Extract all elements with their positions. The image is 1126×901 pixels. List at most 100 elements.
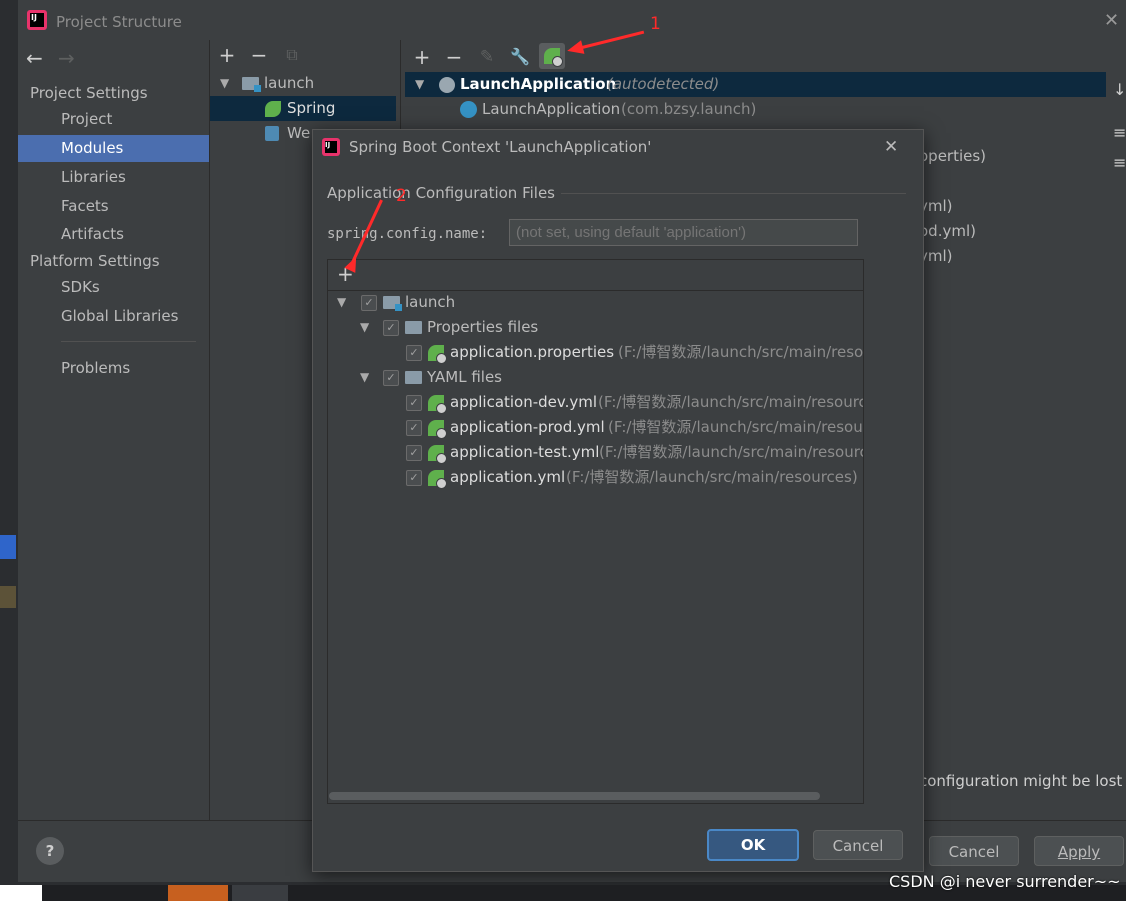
folder-icon bbox=[405, 321, 422, 334]
context-row-class[interactable]: LaunchApplication (com.bzsy.launch) bbox=[405, 97, 1005, 122]
tree-label: Properties files bbox=[427, 318, 539, 336]
ok-button[interactable]: OK bbox=[707, 829, 799, 861]
file-name: application.yml bbox=[450, 468, 566, 486]
file-path: (F:/博智数源/launch/src/main/resources) bbox=[566, 468, 858, 486]
spring-boot-file-icon bbox=[428, 395, 447, 414]
tree-row-file[interactable]: ✓ application-test.yml (F:/博智数源/launch/s… bbox=[328, 440, 863, 465]
sidebar-item-project[interactable]: Project bbox=[18, 106, 209, 133]
config-name-field[interactable] bbox=[509, 219, 858, 246]
chevron-down-icon[interactable]: ▼ bbox=[220, 71, 229, 96]
group-checkbox[interactable]: ✓ bbox=[383, 320, 399, 336]
collapse-all-icon[interactable]: ≡ bbox=[1113, 153, 1126, 172]
sidebar-item-libraries[interactable]: Libraries bbox=[18, 164, 209, 191]
sidebar-item-facets[interactable]: Facets bbox=[18, 193, 209, 220]
spring-boot-file-icon bbox=[428, 470, 447, 489]
file-checkbox[interactable]: ✓ bbox=[406, 420, 422, 436]
file-name: application-prod.yml bbox=[450, 418, 605, 436]
edit-context-button[interactable]: ✎ bbox=[475, 45, 499, 69]
forward-arrow-icon[interactable]: → bbox=[58, 46, 75, 70]
tree-label: Web bbox=[287, 124, 310, 142]
intellij-logo-icon: IJ bbox=[27, 10, 47, 30]
files-toolbar: + bbox=[328, 260, 863, 291]
remove-context-button[interactable]: − bbox=[442, 45, 466, 69]
module-folder-icon bbox=[383, 296, 402, 311]
dialog-title: Spring Boot Context 'LaunchApplication' bbox=[349, 138, 652, 156]
file-checkbox[interactable]: ✓ bbox=[406, 395, 422, 411]
file-checkbox[interactable]: ✓ bbox=[406, 470, 422, 486]
partial-row: operties) bbox=[919, 147, 987, 165]
sidebar-item-problems[interactable]: Problems bbox=[18, 355, 209, 382]
chevron-down-icon[interactable]: ▼ bbox=[415, 72, 424, 97]
file-name: application-dev.yml bbox=[450, 393, 598, 411]
tree-row-file[interactable]: ✓ application-prod.yml (F:/博智数源/launch/s… bbox=[328, 415, 863, 440]
copy-module-button[interactable]: ⧉ bbox=[280, 43, 304, 67]
class-name: LaunchApplication bbox=[482, 100, 621, 118]
warning-text: configuration might be lost bbox=[919, 772, 1123, 790]
background-fragment bbox=[0, 535, 16, 559]
tree-row-file[interactable]: ✓ application.properties (F:/博智数源/launch… bbox=[328, 340, 863, 365]
spring-boot-context-button[interactable] bbox=[539, 43, 565, 69]
chevron-down-icon[interactable]: ▼ bbox=[337, 290, 346, 315]
tree-row-web[interactable]: Web bbox=[210, 121, 310, 146]
spring-leaf-icon bbox=[265, 101, 281, 117]
background-fragment bbox=[0, 586, 16, 608]
spring-boot-file-icon bbox=[428, 445, 447, 464]
class-package: (com.bzsy.launch) bbox=[621, 100, 757, 118]
spring-boot-icon bbox=[544, 48, 563, 67]
tree-row-launch[interactable]: ▼ ✓ launch bbox=[328, 290, 863, 315]
horizontal-scrollbar[interactable] bbox=[329, 792, 820, 800]
tree-row-spring[interactable]: Spring bbox=[210, 96, 396, 121]
window-title: Project Structure bbox=[56, 13, 182, 31]
file-path: (F:/博智数源/launch/src/main/resour bbox=[608, 418, 863, 436]
file-path: (F:/博智数源/launch/src/main/resou bbox=[618, 343, 863, 361]
apply-button[interactable]: Apply bbox=[1034, 836, 1124, 866]
annotation-label-2: 2 bbox=[396, 186, 407, 206]
group-checkbox[interactable]: ✓ bbox=[383, 370, 399, 386]
config-files-tree: + ▼ ✓ launch ▼ ✓ Properties files ✓ appl… bbox=[327, 259, 864, 804]
tree-row-launch[interactable]: ▼ launch bbox=[210, 71, 400, 96]
close-dialog-icon[interactable]: ✕ bbox=[884, 137, 898, 157]
taskbar-item[interactable] bbox=[232, 885, 288, 901]
folder-icon bbox=[405, 371, 422, 384]
taskbar-item[interactable] bbox=[168, 885, 228, 901]
file-checkbox[interactable]: ✓ bbox=[406, 445, 422, 461]
tree-label: Spring bbox=[287, 99, 336, 117]
tree-row-file[interactable]: ✓ application-dev.yml (F:/博智数源/launch/sr… bbox=[328, 390, 863, 415]
sidebar-item-global-libraries[interactable]: Global Libraries bbox=[18, 303, 209, 330]
dialog-cancel-button[interactable]: Cancel bbox=[813, 830, 903, 860]
section-divider bbox=[561, 193, 906, 194]
tree-row-file[interactable]: ✓ application.yml (F:/博智数源/launch/src/ma… bbox=[328, 465, 863, 490]
close-window-icon[interactable]: ✕ bbox=[1104, 10, 1119, 31]
add-module-button[interactable]: + bbox=[215, 43, 239, 67]
tree-row-yaml-group[interactable]: ▼ ✓ YAML files bbox=[328, 365, 863, 390]
file-checkbox[interactable]: ✓ bbox=[406, 345, 422, 361]
back-arrow-icon[interactable]: ← bbox=[26, 46, 43, 70]
annotation-label-1: 1 bbox=[650, 14, 661, 34]
file-name: application.properties bbox=[450, 343, 615, 361]
gear-context-icon bbox=[439, 77, 455, 93]
tree-row-properties-group[interactable]: ▼ ✓ Properties files bbox=[328, 315, 863, 340]
config-name-label: spring.config.name: bbox=[327, 226, 488, 242]
context-note: (autodetected) bbox=[607, 75, 720, 93]
expand-all-icon[interactable]: ≡ bbox=[1113, 123, 1126, 142]
sidebar-item-modules[interactable]: Modules bbox=[18, 135, 209, 162]
sidebar-section-project-settings: Project Settings bbox=[30, 84, 148, 102]
sidebar-item-artifacts[interactable]: Artifacts bbox=[18, 221, 209, 248]
partial-row: yml) bbox=[919, 197, 953, 215]
taskbar-item[interactable] bbox=[0, 885, 42, 901]
remove-module-button[interactable]: − bbox=[247, 43, 271, 67]
chevron-down-icon[interactable]: ▼ bbox=[360, 365, 369, 390]
help-button[interactable]: ? bbox=[36, 837, 64, 865]
cancel-button[interactable]: Cancel bbox=[929, 836, 1019, 866]
spring-boot-file-icon bbox=[428, 420, 447, 439]
chevron-down-icon[interactable]: ▼ bbox=[360, 315, 369, 340]
wrench-icon[interactable]: 🔧 bbox=[508, 45, 532, 69]
add-context-button[interactable]: + bbox=[410, 45, 434, 69]
sidebar-divider bbox=[61, 341, 196, 342]
sidebar-item-sdks[interactable]: SDKs bbox=[18, 274, 209, 301]
root-checkbox[interactable]: ✓ bbox=[361, 295, 377, 311]
tree-label: launch bbox=[264, 74, 315, 92]
sort-down-icon[interactable]: ↓ bbox=[1113, 80, 1126, 99]
context-row-selected[interactable]: ▼ LaunchApplication (autodetected) bbox=[405, 72, 1106, 97]
sidebar-section-platform-settings: Platform Settings bbox=[30, 252, 160, 270]
